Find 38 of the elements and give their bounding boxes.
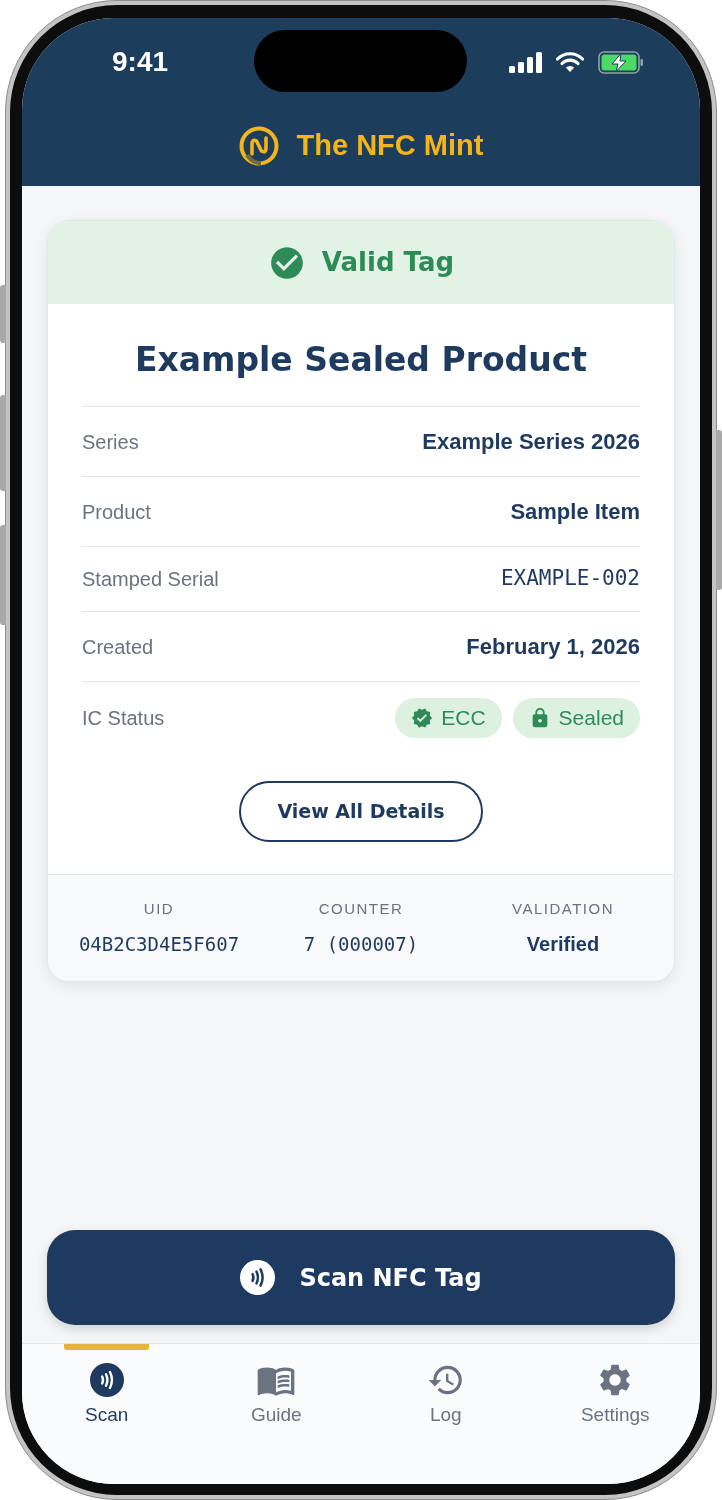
scan-nfc-button[interactable]: Scan NFC Tag xyxy=(47,1230,675,1325)
field-label: Created xyxy=(82,634,154,660)
field-label: Stamped Serial xyxy=(82,567,219,592)
side-button[interactable] xyxy=(0,395,6,491)
signal-icon xyxy=(509,51,542,73)
contactless-icon xyxy=(240,1260,276,1295)
summary-label: UID xyxy=(143,899,175,919)
summary-label: VALIDATION xyxy=(512,899,614,919)
battery-charging-icon xyxy=(598,50,644,74)
tab[interactable]: Scan xyxy=(46,1350,167,1426)
field-value: Example Series 2026 xyxy=(422,428,640,456)
field-label: Series xyxy=(82,429,139,455)
product-title: Example Sealed Product xyxy=(134,339,588,381)
side-button[interactable] xyxy=(0,525,6,625)
status-text: Valid Tag xyxy=(321,246,455,279)
contactless-icon xyxy=(89,1363,124,1397)
view-details-button[interactable]: View All Details xyxy=(239,781,483,842)
tab[interactable]: Guide xyxy=(216,1350,337,1426)
logo-icon xyxy=(238,126,279,166)
field-label: Product xyxy=(82,499,151,525)
status-badge: Sealed xyxy=(512,697,640,738)
tab[interactable]: Settings xyxy=(555,1350,676,1426)
field-value: Sample Item xyxy=(510,498,640,526)
verified-badge-icon xyxy=(411,706,434,729)
wifi-icon xyxy=(556,52,584,72)
summary-label: COUNTER xyxy=(318,899,404,919)
status-time: 9:41 xyxy=(112,45,169,79)
field-value: February 1, 2026 xyxy=(466,633,640,661)
app-title: The NFC Mint xyxy=(296,128,484,164)
tab[interactable]: Log xyxy=(385,1350,506,1426)
field-value: EXAMPLE-002 xyxy=(500,565,640,593)
side-button[interactable] xyxy=(716,430,722,590)
summary-value: Verified xyxy=(526,933,600,955)
side-button[interactable] xyxy=(0,285,6,343)
field-label: IC Status xyxy=(82,705,165,731)
summary-value: 04B2C3D4E5F607 xyxy=(78,933,240,955)
summary-value: 7 (000007) xyxy=(303,933,419,955)
status-badge: ECC xyxy=(395,697,502,738)
